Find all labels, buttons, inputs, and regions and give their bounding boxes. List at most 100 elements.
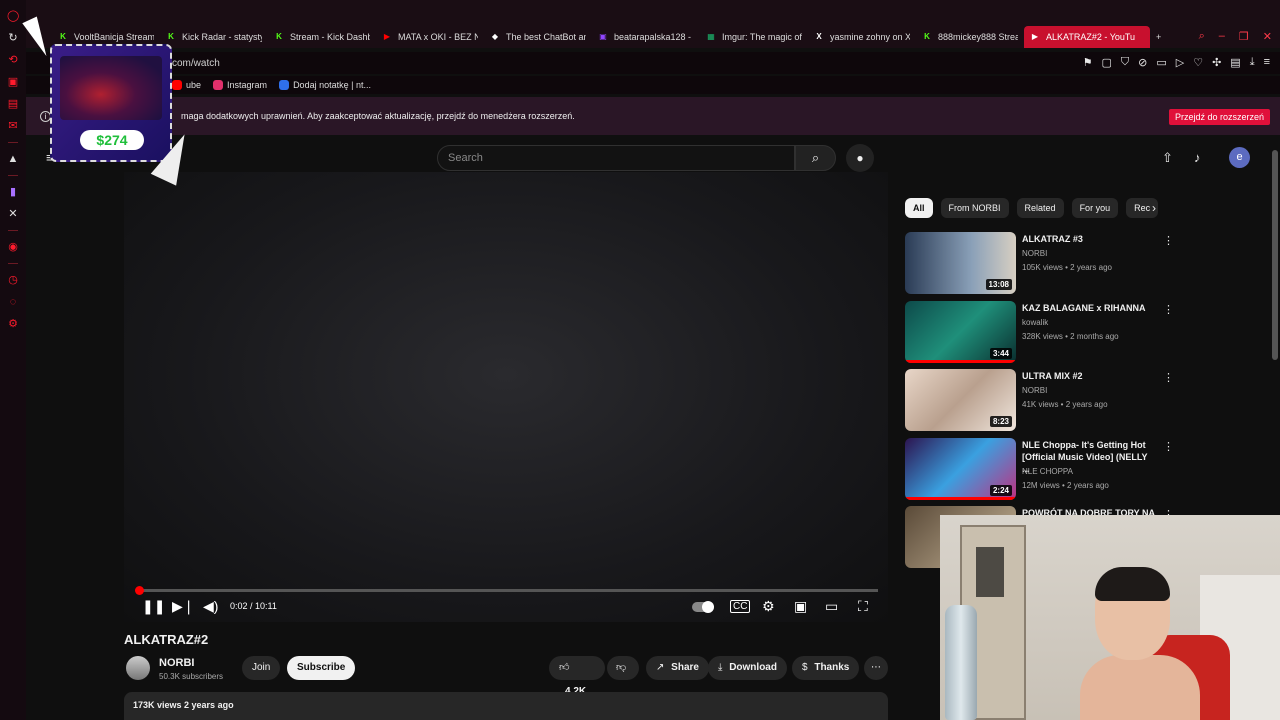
progress-bar[interactable] [135, 586, 878, 595]
menu-icon[interactable]: ≡ [1264, 56, 1270, 69]
shield-icon[interactable]: ⛉ [1121, 56, 1129, 69]
recommendation-item[interactable]: 13:08 ALKATRAZ #3 NORBI 105K views • 2 year… [905, 232, 1175, 294]
account-avatar[interactable]: e [1229, 147, 1250, 168]
theater-mode-icon[interactable]: ▭ [825, 598, 838, 615]
address-bar[interactable]: com/watch ⚑ ▢ ⛉ ⊘ ▭ ▷ ♡ ✣ ▤ ⤓ ≡ [26, 52, 1280, 74]
play-icon[interactable]: ▷ [1176, 56, 1184, 69]
more-actions-button[interactable]: ⋯ [864, 656, 888, 680]
video-thumbnail[interactable]: 8:23 [905, 369, 1016, 431]
go-to-extensions-button[interactable]: Przejdź do rozszerzeń [1168, 109, 1270, 125]
tab-icon[interactable]: ▭ [1156, 56, 1166, 69]
download-icon[interactable]: ⤓ [1250, 56, 1255, 69]
chip-0[interactable]: All [905, 198, 933, 218]
new-tab-button[interactable]: + [1150, 26, 1167, 48]
reload-icon[interactable]: ↻ [7, 32, 19, 44]
video-thumbnail[interactable]: 3:44 [905, 300, 1016, 363]
captions-icon[interactable]: CC [730, 600, 751, 613]
video-thumbnail[interactable]: 2:24 [905, 437, 1016, 500]
fullscreen-icon[interactable]: ⛶ [858, 598, 868, 615]
recommendation-title[interactable]: KAZ BALAGANE x RIHANNA [1022, 302, 1157, 314]
chat-icon[interactable]: ◌ [7, 296, 19, 308]
recommendation-item[interactable]: 3:44 KAZ BALAGANE x RIHANNA kowalik 328K vi… [905, 300, 1175, 363]
recommendation-item[interactable]: 8:23 ULTRA MIX #2 NORBI 41K views • 2 years… [905, 369, 1175, 431]
miniplayer-icon[interactable]: ▣ [794, 598, 807, 615]
more-options-icon[interactable]: ⋮ [1163, 440, 1174, 453]
player-icon[interactable]: ◉ [7, 241, 19, 253]
channel-avatar[interactable] [126, 656, 150, 680]
close-icon[interactable]: ✕ [1263, 30, 1272, 43]
scrubber-handle[interactable] [135, 586, 145, 595]
description-box[interactable]: 173K views 2 years ago [124, 692, 888, 720]
join-button[interactable]: Join [242, 656, 281, 680]
page-scrollbar[interactable] [1272, 150, 1278, 360]
pause-icon[interactable]: ❚❚ [142, 598, 165, 615]
aria-icon[interactable]: ▲ [7, 153, 19, 165]
volume-icon[interactable]: ◀) [203, 598, 218, 615]
history-icon[interactable]: ⟲ [7, 54, 19, 66]
thanks-button[interactable]: $ Thanks [792, 656, 860, 680]
opera-logo-icon[interactable]: ◯ [7, 10, 19, 22]
more-options-icon[interactable]: ⋮ [1163, 234, 1174, 247]
tab-1[interactable]: K Kick Radar - statysty [160, 26, 268, 48]
subscribe-button[interactable]: Subscribe [287, 656, 356, 680]
dislike-button[interactable]: 👎︎ [607, 656, 639, 680]
channel-name[interactable]: NORBI [159, 657, 194, 669]
tab-8[interactable]: K 888mickey888 Strea [916, 26, 1024, 48]
recommendation-title[interactable]: ALKATRAZ #3 [1022, 233, 1157, 245]
extension-icon[interactable]: ⊘ [1138, 56, 1147, 69]
tab-5[interactable]: ▣ beatarapalska128 - [592, 26, 700, 48]
filter-chips: All From NORBI Related For you Rec [905, 198, 1159, 218]
heart-icon[interactable]: ♡ [1193, 56, 1203, 69]
chevron-right-icon[interactable]: › [1152, 201, 1156, 215]
recommendation-channel[interactable]: NORBI [1022, 386, 1047, 395]
snapshot-icon[interactable]: ▢ [1101, 56, 1111, 69]
download-button[interactable]: ⤓ Download [708, 656, 787, 680]
bookmark-item[interactable]: Dodaj notatkę | nt... [279, 80, 371, 90]
chip-2[interactable]: Related [1016, 198, 1064, 218]
puzzle-icon[interactable]: ✣ [1212, 56, 1221, 69]
recommendation-channel[interactable]: kowalik [1022, 318, 1048, 327]
search-tabs-icon[interactable]: ⌕ [1199, 30, 1205, 43]
bookmark-icon[interactable]: ⚑ [1083, 56, 1093, 69]
more-options-icon[interactable]: ⋮ [1163, 303, 1174, 316]
chip-1[interactable]: From NORBI [940, 198, 1009, 218]
twitch-icon[interactable]: ▮ [7, 186, 19, 198]
mail-icon[interactable]: ✉ [7, 120, 19, 132]
tab-9[interactable]: ▶ ALKATRAZ#2 - YouTu [1024, 26, 1150, 48]
tab-2[interactable]: K Stream - Kick Dashb [268, 26, 376, 48]
more-options-icon[interactable]: ⋮ [1163, 371, 1174, 384]
tab-4[interactable]: ◆ The best ChatBot an [484, 26, 592, 48]
messenger-icon[interactable]: ▤ [7, 98, 19, 110]
clock-icon[interactable]: ◷ [7, 274, 19, 286]
maximize-icon[interactable]: ❐ [1239, 30, 1249, 43]
recommendation-title[interactable]: ULTRA MIX #2 [1022, 370, 1157, 382]
settings-gear-icon[interactable]: ⚙ [762, 598, 775, 615]
recommendation-channel[interactable]: NLE CHOPPA [1022, 467, 1073, 476]
search-button[interactable]: ⌕ [795, 145, 836, 171]
url-text[interactable]: com/watch [172, 58, 220, 69]
upload-icon[interactable]: ⇧ [1162, 150, 1173, 166]
minimize-icon[interactable]: – [1219, 30, 1225, 43]
voice-search-button[interactable]: ● [846, 144, 874, 172]
recommendation-item[interactable]: 2:24 NLE Choppa- It's Getting Hot [Offici… [905, 437, 1175, 500]
tab-7[interactable]: Xyasmine zohny on X [808, 26, 916, 48]
settings-icon[interactable]: ⚙ [7, 318, 19, 330]
recommendation-channel[interactable]: NORBI [1022, 249, 1047, 258]
bookmark-favicon-icon [172, 80, 182, 90]
tab-6[interactable]: ▦ Imgur: The magic of [700, 26, 808, 48]
wallet-icon[interactable]: ▣ [7, 76, 19, 88]
like-button[interactable]: 👍︎ 4.2K [549, 656, 605, 697]
search-input[interactable]: Search [437, 145, 795, 171]
next-icon[interactable]: ▶❘ [172, 598, 195, 615]
video-thumbnail[interactable]: 13:08 [905, 232, 1016, 294]
tab-3[interactable]: ▶ MATA x OKI - BEZ N [376, 26, 484, 48]
autoplay-toggle[interactable] [692, 601, 714, 613]
x-icon[interactable]: ✕ [7, 208, 19, 220]
notifications-bell-icon[interactable]: ♪ [1194, 150, 1201, 165]
chip-3[interactable]: For you [1071, 198, 1119, 218]
share-button[interactable]: ↗ Share [646, 656, 709, 680]
bookmark-item[interactable]: Instagram [213, 80, 267, 90]
bookmark-item[interactable]: ube [172, 80, 201, 90]
video-player[interactable]: ❚❚ ▶❘ ◀) 0:02 / 10:11 CC ⚙ ▣ ▭ ⛶ [124, 172, 888, 622]
easy-files-icon[interactable]: ▤ [1230, 56, 1240, 69]
